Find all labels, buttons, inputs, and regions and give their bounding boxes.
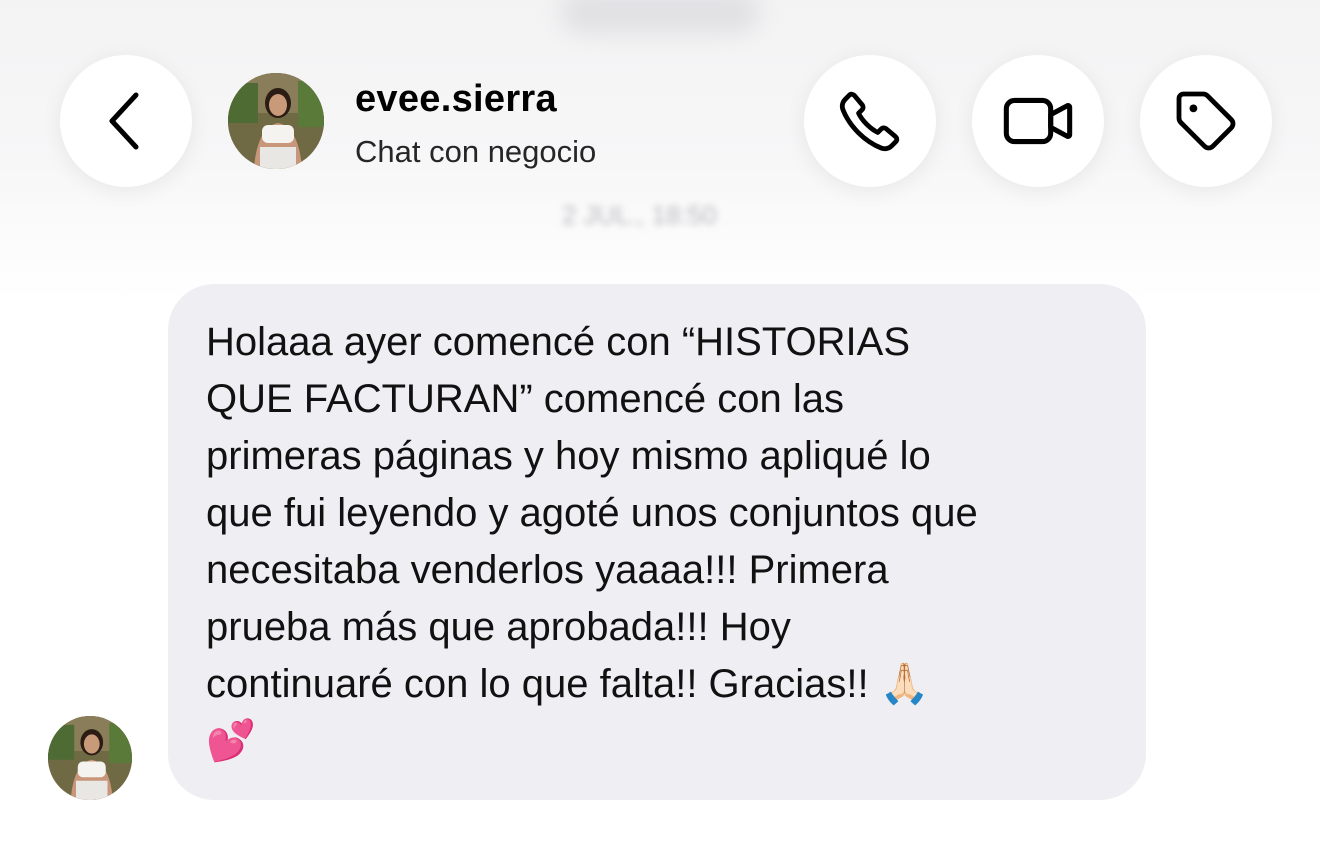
chat-type-label: Chat con negocio [355,134,597,169]
avatar-image [228,73,324,169]
header-background [0,0,1320,300]
video-call-button[interactable] [972,55,1104,187]
message-text: Holaaa ayer comencé con “HISTORIAS QUE F… [206,320,978,763]
message-bubble[interactable]: Holaaa ayer comencé con “HISTORIAS QUE F… [168,284,1146,800]
sender-avatar[interactable] [48,716,132,800]
phone-icon [839,91,900,152]
contact-avatar[interactable] [228,73,324,169]
blurred-status-bar [560,0,760,34]
label-button[interactable] [1140,55,1272,187]
video-camera-icon [1003,97,1073,145]
avatar-image [48,716,132,800]
chevron-left-icon [109,92,139,150]
message-timestamp: 2 JUL., 18:50 [562,200,717,230]
back-button[interactable] [60,55,192,187]
tag-icon [1176,91,1236,151]
call-button[interactable] [804,55,936,187]
contact-username[interactable]: evee.sierra [355,78,557,121]
